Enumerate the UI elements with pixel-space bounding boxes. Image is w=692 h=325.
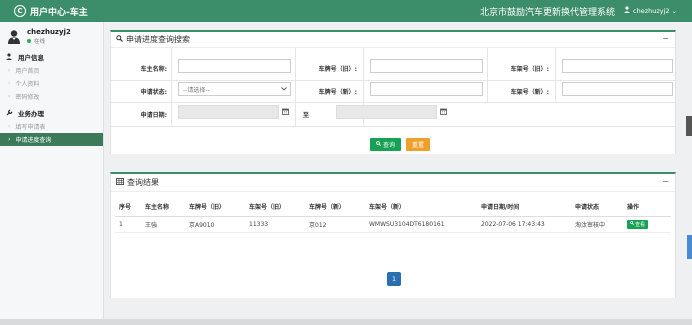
- chevron-right-icon: ›: [8, 93, 11, 100]
- menu-section-user-info[interactable]: 用户信息: [0, 50, 103, 64]
- table-row: 1 王強 京A9010 11333 京012 WMWSU3104DT618016…: [115, 216, 671, 233]
- date-end-input[interactable]: [336, 105, 437, 119]
- chevron-right-icon: ›: [8, 80, 11, 87]
- cell-actions: 查看: [623, 216, 671, 233]
- column-header: 车架号（新）: [365, 198, 477, 217]
- system-title: 北京市鼓励汽车更新换代管理系统: [480, 8, 616, 18]
- sidebar-item-profile[interactable]: › 个人资料: [0, 77, 103, 90]
- query-button[interactable]: 查询: [370, 138, 401, 151]
- divider: [555, 48, 556, 102]
- online-status: 在线: [27, 37, 71, 45]
- header-username: chezhuzyj2: [633, 6, 670, 15]
- owner-name-label: 车主名称:: [140, 66, 167, 73]
- cell-index: 1: [115, 216, 141, 233]
- cell-frame-old: 11333: [245, 216, 305, 233]
- top-bar: C 用户中心-车主 北京市鼓励汽车更新换代管理系统 chezhuzyj2 ⌄: [0, 0, 692, 22]
- column-header: 车牌号（旧）: [185, 198, 245, 217]
- calendar-icon[interactable]: [282, 108, 289, 117]
- sidebar-item-user-home[interactable]: › 用户首页: [0, 64, 103, 77]
- divider: [111, 126, 675, 127]
- column-header: 车牌号（新）: [305, 198, 365, 217]
- frame-new-label: 车架号（新）:: [510, 89, 549, 96]
- cell-frame-new: WMWSU3104DT6180161: [365, 216, 477, 233]
- pagination-page[interactable]: 1: [387, 272, 401, 286]
- menu-section-business[interactable]: 业务办理: [0, 106, 103, 120]
- app-title: 用户中心-车主: [30, 7, 88, 18]
- search-panel: 申请进度查询搜索 − 车主名称: 车牌号（旧）: 车架号（旧）: 申请状态: -…: [110, 30, 676, 154]
- frame-new-input[interactable]: [562, 82, 673, 96]
- status-select-value: --请选择--: [183, 86, 210, 94]
- bottom-strip: [0, 319, 692, 325]
- owner-name-input[interactable]: [178, 59, 291, 73]
- sidebar-item-progress-query[interactable]: › 申请进度查询: [0, 133, 103, 146]
- results-table: 序号 车主名称 车牌号（旧） 车架号（旧） 车牌号（新） 车架号（新） 申请日期…: [115, 198, 671, 233]
- results-panel: 查询结果 − 序号 车主名称 车牌号（旧） 车架号（旧） 车牌号（新） 车架号（…: [110, 172, 676, 298]
- plate-old-label: 车牌号（旧）:: [318, 66, 357, 73]
- main-content: 申请进度查询搜索 − 车主名称: 车牌号（旧）: 车架号（旧）: 申请状态: -…: [104, 22, 692, 325]
- results-panel-header: 查询结果 −: [111, 174, 675, 192]
- plate-old-input[interactable]: [370, 59, 483, 73]
- results-panel-title: 查询结果: [127, 178, 159, 187]
- date-label: 申请日期:: [140, 112, 167, 119]
- app-logo[interactable]: C 用户中心-车主: [0, 0, 104, 22]
- plate-new-input[interactable]: [370, 82, 483, 96]
- sidebar-item-password[interactable]: › 密码修改: [0, 90, 103, 103]
- table-icon: [116, 178, 124, 187]
- column-header: 车架号（旧）: [245, 198, 305, 217]
- date-start-input[interactable]: [178, 105, 279, 119]
- status-select[interactable]: --请选择--: [178, 82, 291, 96]
- frame-old-label: 车架号（旧）:: [510, 66, 549, 73]
- chevron-right-icon: ›: [8, 123, 11, 130]
- cell-owner-name: 王強: [141, 216, 185, 233]
- plate-new-label: 车牌号（新）:: [318, 89, 357, 96]
- column-header: 序号: [115, 198, 141, 217]
- scrollbar-handle[interactable]: [686, 116, 692, 136]
- user-menu[interactable]: chezhuzyj2 ⌄: [624, 6, 677, 15]
- column-header: 申请日期/时间: [477, 198, 571, 217]
- scrollbar-thumb[interactable]: [687, 235, 692, 259]
- frame-old-input[interactable]: [562, 59, 673, 73]
- avatar: [6, 28, 22, 44]
- online-dot-icon: [27, 38, 31, 43]
- chevron-down-icon: [281, 86, 287, 93]
- chevron-right-icon: ›: [8, 67, 11, 74]
- divider: [171, 48, 172, 126]
- calendar-icon[interactable]: [440, 108, 447, 117]
- sidebar-username: chezhuzyj2: [27, 27, 71, 36]
- wrench-icon: [6, 109, 14, 118]
- chevron-right-icon: ›: [8, 136, 11, 143]
- table-header-row: 序号 车主名称 车牌号（旧） 车架号（旧） 车牌号（新） 车架号（新） 申请日期…: [115, 198, 671, 217]
- sidebar: chezhuzyj2 在线 用户信息 › 用户首页 › 个人资料 › 密码修改 业务办…: [0, 22, 104, 325]
- divider: [111, 80, 675, 81]
- divider: [295, 48, 296, 126]
- search-panel-title: 申请进度查询搜索: [126, 35, 190, 44]
- search-icon: [630, 221, 634, 227]
- sidebar-item-fill-application[interactable]: › 填写申请表: [0, 120, 103, 133]
- divider: [487, 48, 488, 102]
- cell-plate-old: 京A9010: [185, 216, 245, 233]
- collapse-button[interactable]: −: [662, 177, 669, 186]
- collapse-button[interactable]: −: [662, 34, 669, 43]
- view-button[interactable]: 查看: [627, 219, 649, 229]
- logo-icon: C: [14, 5, 26, 17]
- user-icon: [624, 6, 630, 15]
- reset-button[interactable]: 重置: [406, 138, 430, 151]
- column-header: 车主名称: [141, 198, 185, 217]
- search-icon: [376, 141, 381, 148]
- status-label: 申请状态:: [140, 89, 167, 96]
- search-panel-header: 申请进度查询搜索 −: [111, 32, 675, 48]
- cell-status: 淘汰审核中: [571, 216, 623, 233]
- column-header: 操作: [623, 198, 671, 217]
- search-icon: [116, 35, 123, 44]
- divider: [111, 102, 675, 103]
- user-panel: chezhuzyj2 在线: [0, 22, 103, 50]
- chevron-down-icon: ⌄: [671, 6, 677, 15]
- cell-plate-new: 京012: [305, 216, 365, 233]
- cell-datetime: 2022-07-06 17:43:43: [477, 216, 571, 233]
- date-to-label: 至: [303, 112, 310, 119]
- column-header: 申请状态: [571, 198, 623, 217]
- user-icon: [6, 52, 14, 62]
